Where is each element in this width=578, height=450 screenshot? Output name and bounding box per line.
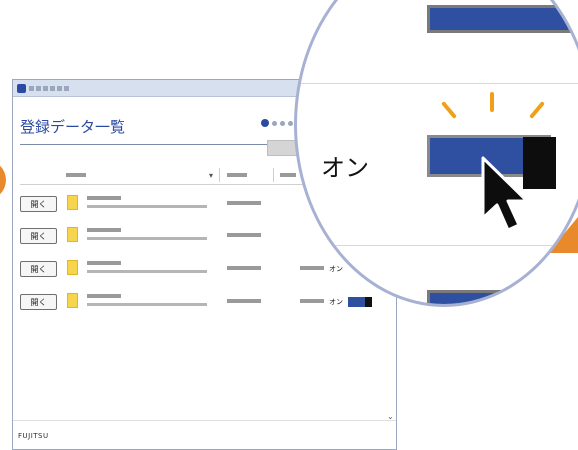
table-row: 開く bbox=[20, 259, 324, 281]
row-name-placeholder bbox=[87, 196, 121, 200]
mouse-pointer-icon bbox=[481, 156, 529, 232]
magnified-row-divider bbox=[297, 245, 578, 246]
open-button[interactable]: 開く bbox=[20, 228, 57, 244]
row-name-placeholder bbox=[87, 228, 121, 232]
chevron-down-icon[interactable]: ▾ bbox=[209, 171, 213, 180]
row-date-placeholder bbox=[227, 201, 261, 205]
magnified-toggle-label: オン bbox=[321, 154, 369, 182]
click-highlight-ray bbox=[490, 92, 494, 112]
table-row: 開く bbox=[20, 226, 320, 248]
table-row: 開く bbox=[20, 292, 324, 314]
row-detail-placeholder bbox=[87, 270, 207, 273]
row-status-placeholder bbox=[300, 266, 324, 270]
open-button[interactable]: 開く bbox=[20, 294, 57, 310]
row-date-placeholder bbox=[227, 299, 261, 303]
column-header-status[interactable] bbox=[280, 173, 296, 177]
column-separator[interactable] bbox=[273, 168, 274, 182]
pagination-dot[interactable] bbox=[280, 120, 285, 126]
row-toggle-switch[interactable] bbox=[348, 297, 372, 307]
table-row: 開く bbox=[20, 194, 320, 216]
open-button[interactable]: 開く bbox=[20, 261, 57, 277]
file-icon bbox=[67, 293, 78, 308]
pagination-dot[interactable] bbox=[272, 120, 277, 126]
toggle-knob bbox=[365, 297, 372, 307]
page-title: 登録データ一覧 bbox=[20, 118, 126, 136]
column-header-date[interactable] bbox=[227, 173, 247, 177]
row-toggle-label: オン bbox=[329, 265, 343, 273]
pagination-dots bbox=[261, 119, 293, 127]
click-highlight-ray bbox=[441, 101, 457, 119]
magnified-toggle-above bbox=[427, 5, 577, 33]
row-date-placeholder bbox=[227, 266, 261, 270]
row-toggle-label: オン bbox=[329, 298, 343, 306]
app-icon bbox=[17, 83, 26, 93]
click-highlight-ray bbox=[529, 101, 545, 119]
column-header-name[interactable] bbox=[66, 173, 86, 177]
decorative-orange-accent-left bbox=[0, 160, 6, 200]
fujitsu-logo: FUJITSU bbox=[18, 432, 49, 440]
open-button[interactable]: 開く bbox=[20, 196, 57, 212]
magnified-toggle-below bbox=[427, 290, 577, 304]
row-name-placeholder bbox=[87, 294, 121, 298]
pagination-dot-active[interactable] bbox=[261, 119, 269, 127]
file-icon bbox=[67, 260, 78, 275]
row-date-placeholder bbox=[227, 233, 261, 237]
row-detail-placeholder bbox=[87, 237, 207, 240]
file-icon bbox=[67, 227, 78, 242]
row-name-placeholder bbox=[87, 261, 121, 265]
row-detail-placeholder bbox=[87, 205, 207, 208]
pagination-dot[interactable] bbox=[288, 120, 293, 126]
footer-divider bbox=[13, 420, 396, 421]
magnified-row-divider bbox=[297, 83, 578, 84]
table-header: ▾ bbox=[20, 168, 320, 185]
row-status-placeholder bbox=[300, 299, 324, 303]
file-icon bbox=[67, 195, 78, 210]
row-detail-placeholder bbox=[87, 303, 207, 306]
column-separator[interactable] bbox=[219, 168, 220, 182]
window-caption-placeholder bbox=[29, 85, 69, 91]
